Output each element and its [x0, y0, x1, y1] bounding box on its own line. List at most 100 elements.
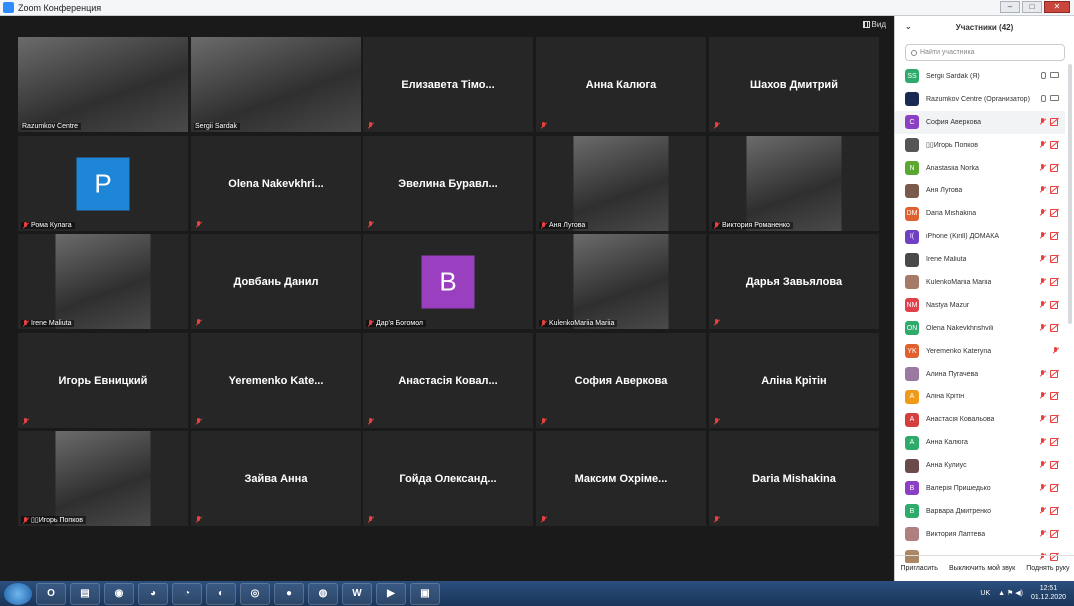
participant-row[interactable]: С София Аверкова — [895, 110, 1065, 134]
video-tile[interactable]: Sergii Sardak — [191, 37, 361, 132]
camera-off-icon[interactable] — [1050, 415, 1059, 424]
mic-muted-icon[interactable] — [1039, 232, 1046, 239]
mic-muted-icon[interactable] — [1039, 506, 1046, 514]
mic-muted-icon[interactable] — [1039, 117, 1046, 125]
mic-muted-icon[interactable] — [1039, 163, 1046, 171]
video-tile[interactable]: Анастасія Ковал... — [363, 333, 533, 428]
video-tile[interactable]: Yeremenko Kate... — [191, 333, 361, 428]
mic-muted-icon[interactable] — [1039, 392, 1046, 399]
minimize-button[interactable]: – — [1000, 1, 1020, 13]
video-tile[interactable]: Daria Mishakina — [709, 431, 879, 526]
video-tile[interactable]: ▯▯Игорь Попков — [18, 431, 188, 526]
close-button[interactable]: ✕ — [1044, 1, 1070, 13]
mic-muted-icon[interactable] — [1039, 529, 1046, 537]
taskbar-app-icon[interactable]: ▣ — [410, 582, 440, 605]
camera-off-icon[interactable] — [1050, 484, 1059, 493]
mic-muted-icon[interactable] — [1039, 323, 1046, 331]
mic-muted-icon[interactable] — [1039, 415, 1046, 422]
mic-muted-icon[interactable] — [1039, 438, 1046, 445]
taskbar-app-icon[interactable]: ◔ — [172, 582, 202, 605]
video-tile[interactable]: Гойда Олександ... — [363, 431, 533, 526]
mic-muted-icon[interactable] — [1039, 484, 1046, 491]
view-button[interactable]: Вид — [862, 20, 886, 29]
invite-button[interactable]: Пригласить — [898, 562, 939, 575]
participant-row[interactable]: Аня Лугова — [895, 179, 1065, 202]
camera-off-icon[interactable] — [1050, 369, 1059, 378]
mic-icon[interactable] — [1039, 72, 1046, 79]
search-input[interactable] — [920, 49, 1060, 56]
taskbar-app-icon[interactable]: ◉ — [104, 582, 134, 605]
taskbar-app-icon[interactable]: ▶ — [376, 582, 406, 605]
participant-row[interactable]: KulenkoMariia Mariia — [895, 271, 1065, 294]
raise-hand-button[interactable]: Поднять руку — [1024, 562, 1071, 575]
camera-off-icon[interactable] — [1050, 232, 1059, 241]
camera-off-icon[interactable] — [1050, 300, 1059, 309]
mic-muted-icon[interactable] — [1039, 369, 1046, 377]
taskbar-app-icon[interactable]: O — [36, 582, 66, 605]
participant-row[interactable]: В Варвара Дмитренко — [895, 500, 1065, 523]
video-tile[interactable]: KulenkoMariia Mariia — [536, 234, 706, 329]
camera-off-icon[interactable] — [1050, 461, 1059, 470]
camera-off-icon[interactable] — [1050, 140, 1059, 149]
participant-list-scrollbar[interactable] — [1068, 64, 1072, 324]
tray-icons[interactable]: ▲ ⚑ ◀) — [998, 589, 1023, 597]
mic-muted-icon[interactable] — [1039, 300, 1046, 308]
video-tile[interactable]: Елизавета Тімо... — [363, 37, 533, 132]
mic-muted-icon[interactable] — [1039, 255, 1046, 262]
video-tile[interactable]: Шахов Дмитрий — [709, 37, 879, 132]
participant-row[interactable]: SS Sergii Sardak (Я) — [895, 65, 1065, 88]
participant-row[interactable]: Irene Maliuta — [895, 248, 1065, 271]
video-tile[interactable]: Анна Калюга — [536, 37, 706, 132]
participant-row[interactable]: Анна Кулиус — [895, 454, 1065, 477]
video-tile[interactable]: Максим Охріме... — [536, 431, 706, 526]
start-button[interactable] — [4, 582, 32, 605]
participant-row[interactable]: В Валерія Пришедько — [895, 477, 1065, 500]
taskbar-app-icon[interactable]: ◐ — [206, 582, 236, 605]
clock[interactable]: 12:51 01.12.2020 — [1031, 584, 1066, 602]
camera-icon[interactable] — [1050, 94, 1059, 101]
video-tile[interactable]: Довбань Данил — [191, 234, 361, 329]
taskbar-app-icon[interactable]: ◕ — [138, 582, 168, 605]
participant-row[interactable]: А Аліна Крітін — [895, 385, 1065, 408]
video-tile[interactable]: Эвелина Буравл... — [363, 136, 533, 231]
participant-row[interactable]: А Анна Калюга — [895, 431, 1065, 454]
video-tile[interactable]: Дарья Завьялова — [709, 234, 879, 329]
mic-muted-icon[interactable] — [1039, 186, 1046, 193]
participant-row[interactable]: Razumkov Centre (Организатор) — [895, 88, 1065, 111]
video-tile[interactable]: В Дар'я Богомол — [363, 234, 533, 329]
taskbar-app-icon[interactable]: ◍ — [308, 582, 338, 605]
camera-off-icon[interactable] — [1050, 209, 1059, 218]
taskbar-app-icon[interactable]: ◎ — [240, 582, 270, 605]
camera-off-icon[interactable] — [1050, 438, 1059, 447]
video-tile[interactable]: София Аверкова — [536, 333, 706, 428]
mic-muted-icon[interactable] — [1039, 140, 1046, 148]
mic-muted-icon[interactable] — [1039, 278, 1046, 285]
taskbar-app-icon[interactable]: ● — [274, 582, 304, 605]
participant-row[interactable]: YK Yeremenko Kateryna — [895, 340, 1065, 363]
participant-row[interactable]: N Anastasiia Norka — [895, 157, 1065, 180]
taskbar-app-icon[interactable]: W — [342, 582, 372, 605]
camera-off-icon[interactable] — [1050, 117, 1059, 126]
language-indicator[interactable]: UK — [980, 590, 990, 597]
participant-row[interactable]: А Анастасія Ковальова — [895, 408, 1065, 431]
camera-icon[interactable] — [1050, 72, 1059, 78]
maximize-button[interactable]: □ — [1022, 1, 1042, 13]
taskbar-app-icon[interactable]: ▤ — [70, 582, 100, 605]
mic-muted-icon[interactable] — [1039, 209, 1046, 216]
participant-row[interactable]: Алина Пугачева — [895, 363, 1065, 386]
video-tile[interactable]: Аліна Крітін — [709, 333, 879, 428]
video-tile[interactable]: P Рома Кулага — [18, 136, 188, 231]
participant-search[interactable] — [905, 44, 1065, 61]
video-tile[interactable]: Зайва Анна — [191, 431, 361, 526]
camera-off-icon[interactable] — [1050, 255, 1059, 264]
video-tile[interactable]: Razumkov Centre — [18, 37, 188, 132]
mic-muted-icon[interactable] — [1039, 461, 1046, 468]
participant-row[interactable]: I(iPhone (Kirill) ДОМАКА — [895, 225, 1065, 248]
participant-row[interactable]: ON Olena Nakevkhrishvili — [895, 317, 1065, 340]
participant-row[interactable]: DM Daria Mishakina — [895, 202, 1065, 225]
camera-off-icon[interactable] — [1050, 529, 1059, 538]
camera-off-icon[interactable] — [1050, 163, 1059, 172]
participant-row[interactable]: ▯▯Игорь Попков — [895, 134, 1065, 157]
camera-off-icon[interactable] — [1050, 186, 1059, 195]
camera-off-icon[interactable] — [1050, 323, 1059, 332]
